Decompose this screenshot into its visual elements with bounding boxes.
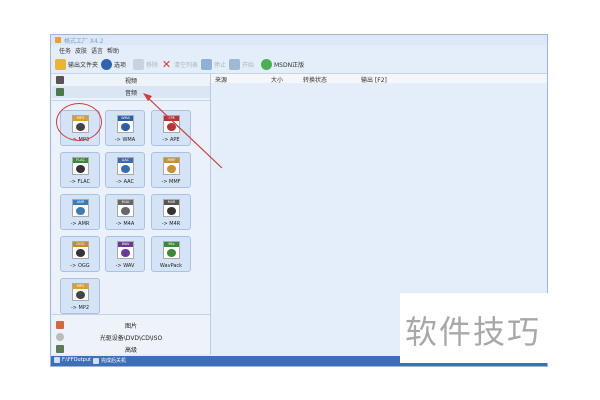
watermark-text: 软件技巧 <box>405 313 542 351</box>
